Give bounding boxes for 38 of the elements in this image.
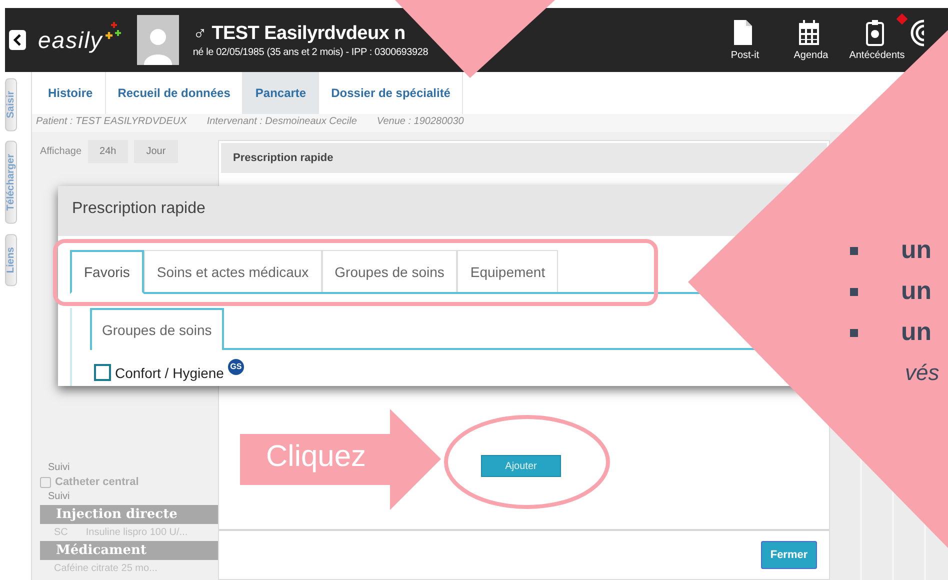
add-button[interactable]: Ajouter [481,455,561,477]
dialog-title: Prescription rapide [221,143,827,173]
toolbar-button[interactable]: Antécédents [844,19,910,61]
target-icon-button[interactable] [910,19,924,47]
toolbar-button[interactable]: Post-it [712,19,778,61]
display-button[interactable]: 24h [88,140,128,163]
patient-name: ♂ TEST Easilyrdvdeux n [192,22,406,44]
subtab[interactable]: Groupes de soins [90,308,224,350]
list-item-title: Catheter central [55,476,139,488]
group-badge: GS [228,358,244,374]
group-header: Médicament [40,541,218,560]
list-subtext: Suivi [47,462,71,473]
tab[interactable]: Favoris [70,250,144,294]
group-header: Injection directe [40,505,218,524]
chevron-left-icon [12,34,22,46]
toolbar-button[interactable]: Agenda [778,19,844,61]
tab[interactable]: Soins et actes médicaux [144,250,322,292]
context-text: Intervenant : Desmoineaux Cecile [206,116,357,129]
callout-text: Cliquez [266,440,366,474]
bullet-text: un [901,318,932,347]
checkbox[interactable] [94,364,111,381]
back-button[interactable] [9,30,26,50]
bullet-text: un [901,236,932,265]
display-button[interactable]: Jour [134,140,178,163]
close-button[interactable]: Fermer [761,541,817,569]
app-logo: easily [38,26,103,54]
context-text: Venue : 190280030 [376,116,464,129]
tab[interactable]: Groupes de soins [322,250,458,292]
callout-text: vés [905,360,940,386]
tab[interactable]: Pancarte [243,72,320,114]
context-text: Patient : TEST EASILYRDVDEUX [36,116,187,129]
patient-info: né le 02/05/1985 (35 ans et 2 mois) - IPP : 0300693928 [192,46,428,58]
item-label: Confort / Hygiene [115,364,224,380]
bullet-text: un [901,277,932,306]
list-subtext: Suivi [47,491,71,502]
checkbox[interactable] [40,476,51,488]
display-label: Affichage [40,146,82,157]
tab[interactable]: Equipement [457,250,558,292]
